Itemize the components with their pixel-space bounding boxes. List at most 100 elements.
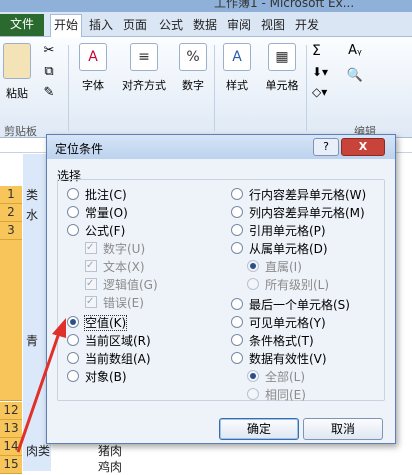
- sort-filter-button[interactable]: Aᵧ 🔍: [340, 43, 370, 83]
- left-option-label: 空值(K): [83, 315, 128, 331]
- font-button[interactable]: A 字体: [78, 43, 108, 93]
- cells-button[interactable]: ▦ 单元格: [262, 43, 302, 93]
- alignment-button[interactable]: ≡ 对齐方式: [118, 43, 170, 93]
- right-option-6[interactable]: 最后一个单元格(S): [231, 297, 350, 313]
- radio-icon: [247, 278, 259, 290]
- radio-icon[interactable]: [67, 370, 79, 382]
- find-icon: 🔍: [346, 68, 364, 83]
- clear-icon[interactable]: ◇▾: [312, 85, 362, 99]
- row-header-15[interactable]: 15: [0, 456, 22, 474]
- radio-icon[interactable]: [231, 334, 243, 346]
- tab-view[interactable]: 视图: [258, 15, 288, 35]
- radio-icon[interactable]: [231, 206, 243, 218]
- radio-icon[interactable]: [231, 224, 243, 236]
- cells-label: 单元格: [265, 79, 299, 92]
- radio-icon: [247, 260, 259, 272]
- row-header-14[interactable]: 14: [0, 438, 22, 456]
- radio-icon[interactable]: [231, 242, 243, 254]
- tab-developer[interactable]: 开发: [292, 15, 322, 35]
- left-option-10[interactable]: 对象(B): [67, 369, 127, 385]
- cell-a2[interactable]: 水: [26, 206, 38, 223]
- cell-a15[interactable]: 肉类: [26, 442, 50, 459]
- radio-icon[interactable]: [67, 334, 79, 346]
- styles-icon: A: [223, 43, 251, 71]
- radio-icon[interactable]: [231, 298, 243, 310]
- left-option-5: 逻辑值(G): [85, 276, 158, 293]
- row-header-13[interactable]: 13: [0, 420, 22, 438]
- left-option-label: 当前区域(R): [85, 334, 151, 348]
- right-option-label: 所有级别(L): [265, 278, 330, 292]
- window-title: 工作簿1 - Microsoft Ex...: [214, 0, 355, 10]
- right-option-7[interactable]: 可见单元格(Y): [231, 315, 326, 331]
- number-label: 数字: [182, 79, 204, 92]
- left-option-6: 错误(E): [85, 294, 144, 311]
- left-option-0[interactable]: 批注(C): [67, 187, 127, 203]
- tab-insert[interactable]: 插入: [86, 15, 116, 35]
- row-header-12[interactable]: 12: [0, 402, 22, 420]
- radio-icon[interactable]: [67, 316, 79, 328]
- help-button[interactable]: ?: [313, 138, 339, 156]
- copy-icon[interactable]: ⧉: [38, 64, 60, 79]
- cell-a1[interactable]: 类: [26, 186, 38, 203]
- radio-icon[interactable]: [231, 188, 243, 200]
- right-option-2[interactable]: 引用单元格(P): [231, 223, 326, 239]
- checkbox-icon: [85, 258, 97, 274]
- styles-button[interactable]: A 样式: [222, 43, 252, 93]
- right-option-label: 最后一个单元格(S): [249, 298, 350, 312]
- checkbox-icon: [85, 240, 97, 256]
- cut-icon[interactable]: ✂: [38, 43, 60, 58]
- clipboard-group-label: 剪贴板: [4, 125, 37, 138]
- tab-data[interactable]: 数据: [190, 15, 220, 35]
- right-option-label: 可见单元格(Y): [249, 316, 326, 330]
- cell-b16[interactable]: 鸡肉: [98, 458, 122, 475]
- tab-file[interactable]: 文件: [0, 14, 44, 36]
- radio-icon[interactable]: [67, 206, 79, 218]
- format-painter-icon[interactable]: ✎: [38, 85, 60, 100]
- right-option-0[interactable]: 行内容差异单元格(W): [231, 187, 366, 203]
- right-option-label: 引用单元格(P): [249, 224, 326, 238]
- left-option-label: 公式(F): [85, 224, 126, 238]
- radio-icon[interactable]: [67, 352, 79, 364]
- left-option-3: 数字(U): [85, 240, 146, 257]
- radio-icon[interactable]: [231, 316, 243, 328]
- cancel-button[interactable]: 取消: [303, 418, 383, 440]
- font-icon: A: [79, 43, 107, 71]
- divider: [68, 45, 69, 131]
- paste-button[interactable]: 粘贴: [2, 43, 32, 101]
- left-option-8[interactable]: 当前区域(R): [67, 333, 151, 349]
- tab-home[interactable]: 开始: [50, 14, 82, 37]
- row-header-3[interactable]: 3: [0, 222, 22, 240]
- cell-b15[interactable]: 猪肉: [98, 442, 122, 459]
- radio-icon[interactable]: [67, 224, 79, 236]
- radio-icon[interactable]: [231, 352, 243, 364]
- right-option-9[interactable]: 数据有效性(V): [231, 351, 327, 367]
- row-header-range[interactable]: [0, 240, 22, 401]
- right-option-3[interactable]: 从属单元格(D): [231, 241, 328, 257]
- cell-a9[interactable]: 青: [26, 332, 38, 349]
- right-option-1[interactable]: 列内容差异单元格(M): [231, 205, 365, 221]
- right-option-8[interactable]: 条件格式(T): [231, 333, 314, 349]
- tab-review[interactable]: 审阅: [224, 15, 254, 35]
- left-option-2[interactable]: 公式(F): [67, 223, 125, 239]
- right-option-label: 直属(I): [265, 260, 302, 274]
- right-option-label: 相同(E): [265, 388, 306, 402]
- ok-button[interactable]: 确定: [219, 418, 299, 440]
- left-option-1[interactable]: 常量(O): [67, 205, 128, 221]
- tab-page-layout[interactable]: 页面: [120, 15, 150, 35]
- number-button[interactable]: % 数字: [178, 43, 208, 93]
- row-header-1[interactable]: 1: [0, 186, 22, 204]
- left-option-7[interactable]: 空值(K): [67, 315, 128, 331]
- ribbon-tabs: 文件 开始 插入 页面 公式 数据 审阅 视图 开发: [0, 12, 412, 37]
- right-option-5: 所有级别(L): [247, 277, 329, 293]
- tab-formulas[interactable]: 公式: [156, 15, 186, 35]
- align-icon: ≡: [130, 43, 158, 71]
- styles-label: 样式: [226, 79, 248, 92]
- radio-icon[interactable]: [67, 188, 79, 200]
- dialog-title-bar[interactable]: 定位条件 ? X: [47, 135, 395, 159]
- close-button[interactable]: X: [341, 138, 385, 156]
- left-option-label: 数字(U): [103, 242, 146, 256]
- right-option-label: 全部(L): [265, 370, 306, 384]
- left-option-9[interactable]: 当前数组(A): [67, 351, 151, 367]
- row-header-2[interactable]: 2: [0, 204, 22, 222]
- right-option-11: 相同(E): [247, 387, 306, 403]
